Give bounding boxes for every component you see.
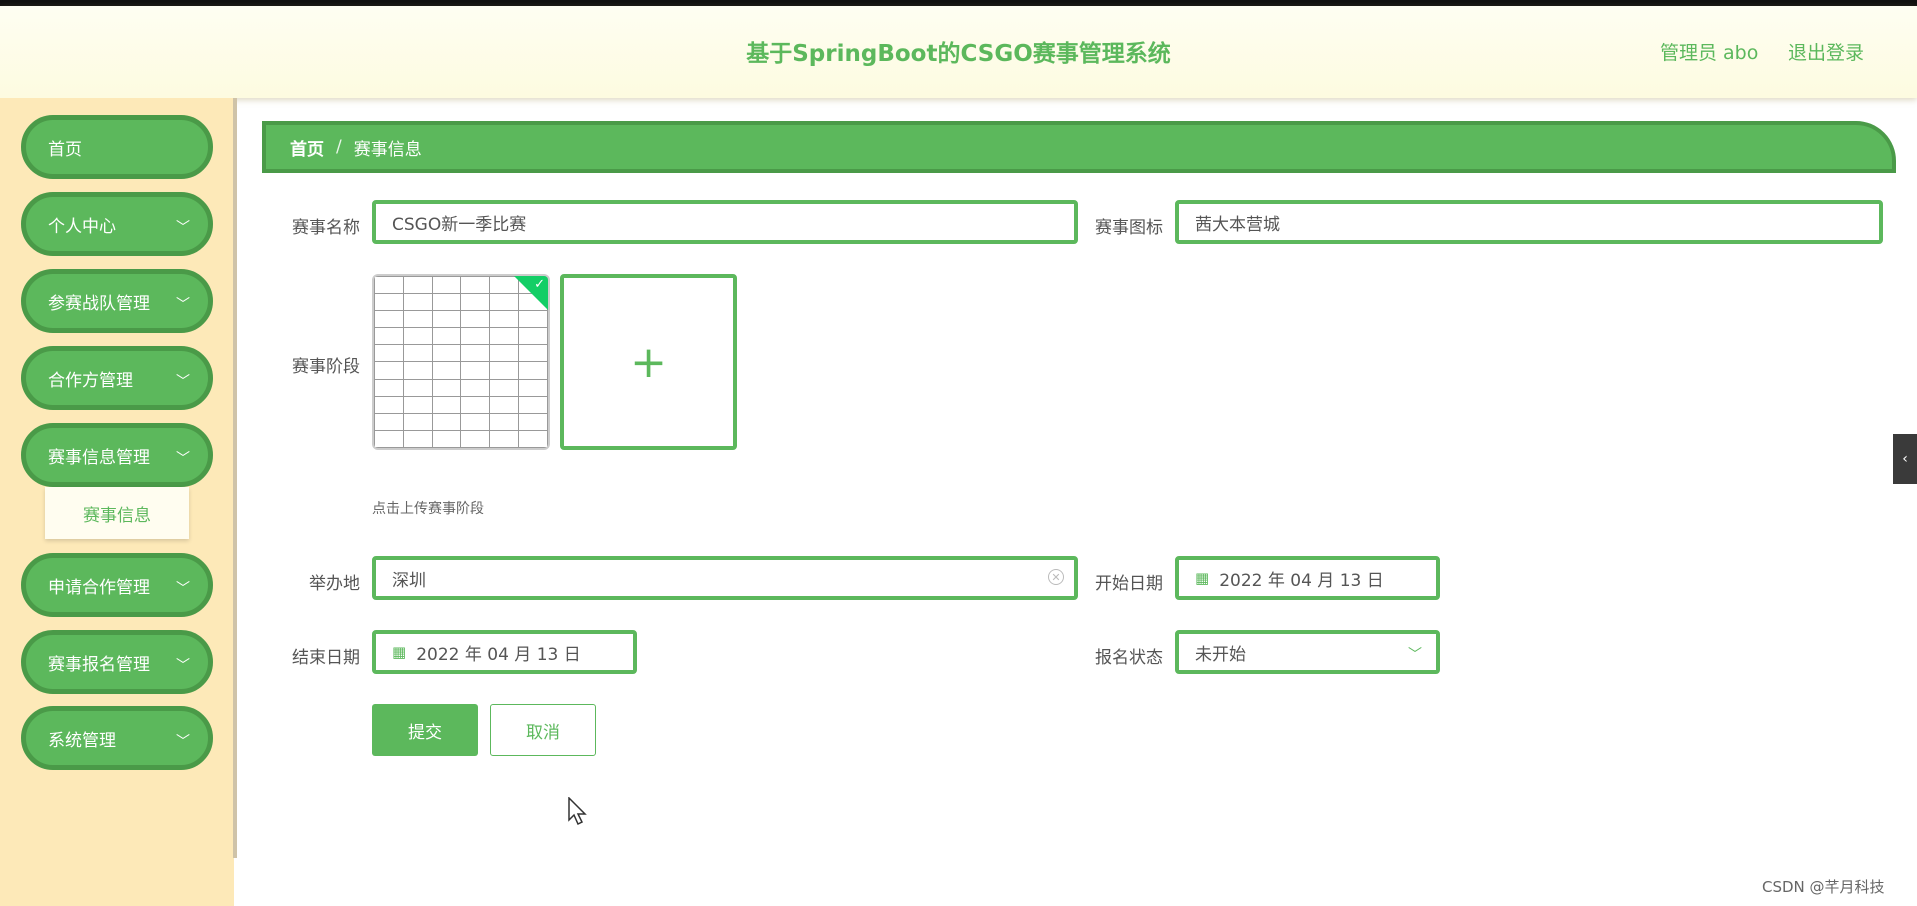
sidebar-item-teams[interactable]: 参赛战队管理 ﹀: [21, 269, 213, 333]
signup-status-label: 报名状态: [1095, 648, 1163, 668]
sidebar-item-registration[interactable]: 赛事报名管理 ﹀: [21, 630, 213, 694]
clear-icon[interactable]: ✕: [1048, 569, 1064, 585]
check-icon: ✓: [534, 277, 545, 292]
stage-image-thumbnail[interactable]: ✓: [372, 274, 550, 450]
sidebar-item-label: 申请合作管理: [48, 577, 150, 598]
watermark: CSDN @芊月科技: [1762, 878, 1885, 896]
chevron-down-icon: ﹀: [176, 734, 190, 750]
submit-button[interactable]: 提交: [372, 704, 478, 756]
chevron-down-icon: ﹀: [176, 451, 190, 467]
sidebar-scrollbar[interactable]: [233, 98, 237, 858]
page-title: 基于SpringBoot的CSGO赛事管理系统: [746, 41, 1171, 67]
event-name-label: 赛事名称: [292, 218, 360, 238]
start-date-value: 2022 年 04 月 13 日: [1219, 570, 1384, 591]
venue-value: 深圳: [392, 570, 426, 591]
venue-label: 举办地: [309, 574, 360, 594]
end-date-value: 2022 年 04 月 13 日: [416, 644, 581, 665]
start-date-label: 开始日期: [1095, 574, 1163, 594]
sidebar-item-event-info[interactable]: 赛事信息管理 ﹀: [21, 423, 213, 487]
mouse-cursor-icon: [568, 797, 587, 826]
event-name-input[interactable]: CSGO新一季比赛: [372, 200, 1078, 244]
calendar-icon: ▦: [1195, 569, 1210, 587]
header: 基于SpringBoot的CSGO赛事管理系统 管理员 abo 退出登录: [0, 6, 1917, 98]
event-icon-label: 赛事图标: [1095, 218, 1163, 238]
event-name-value: CSGO新一季比赛: [392, 214, 527, 235]
signup-status-select[interactable]: 未开始 ﹀: [1175, 630, 1440, 674]
sidebar-item-system[interactable]: 系统管理 ﹀: [21, 706, 213, 770]
sidebar-item-label: 参赛战队管理: [48, 293, 150, 314]
sidebar-item-label: 个人中心: [48, 216, 116, 237]
sidebar: 首页 个人中心 ﹀ 参赛战队管理 ﹀ 合作方管理 ﹀ 赛事信息管理 ﹀ 赛事信息…: [0, 98, 237, 906]
chevron-left-icon: ‹: [1902, 451, 1908, 467]
collapse-toggle[interactable]: ‹: [1893, 434, 1917, 484]
chevron-down-icon: ﹀: [176, 658, 190, 674]
admin-user: 管理员 abo: [1660, 42, 1759, 64]
end-date-label: 结束日期: [292, 648, 360, 668]
sidebar-item-cooperation[interactable]: 申请合作管理 ﹀: [21, 553, 213, 617]
cancel-button[interactable]: 取消: [490, 704, 596, 756]
plus-icon: +: [630, 336, 667, 388]
event-icon-input[interactable]: 茜大本营城: [1175, 200, 1883, 244]
sidebar-item-label: 系统管理: [48, 730, 116, 751]
logout-link[interactable]: 退出登录: [1788, 38, 1864, 65]
sidebar-item-home[interactable]: 首页: [21, 115, 213, 179]
breadcrumb-home[interactable]: 首页: [290, 135, 324, 160]
sidebar-item-personal-center[interactable]: 个人中心 ﹀: [21, 192, 213, 256]
event-icon-value: 茜大本营城: [1195, 214, 1280, 235]
upload-button[interactable]: +: [560, 274, 737, 450]
signup-status-value: 未开始: [1195, 644, 1246, 665]
chevron-down-icon: ﹀: [176, 297, 190, 313]
stage-label: 赛事阶段: [292, 357, 360, 377]
sidebar-item-partners[interactable]: 合作方管理 ﹀: [21, 346, 213, 410]
breadcrumb-separator: /: [336, 137, 342, 157]
chevron-down-icon: ﹀: [176, 374, 190, 390]
sidebar-item-label: 合作方管理: [48, 370, 133, 391]
chevron-down-icon: ﹀: [176, 220, 190, 236]
sidebar-item-label: 首页: [48, 139, 82, 160]
start-date-picker[interactable]: ▦ 2022 年 04 月 13 日: [1175, 556, 1440, 600]
chevron-down-icon: ﹀: [1408, 647, 1422, 663]
upload-hint: 点击上传赛事阶段: [372, 501, 484, 517]
end-date-picker[interactable]: ▦ 2022 年 04 月 13 日: [372, 630, 637, 674]
sidebar-subitem-event-info[interactable]: 赛事信息: [45, 487, 189, 539]
sidebar-item-label: 赛事信息管理: [48, 447, 150, 468]
sidebar-item-label: 赛事报名管理: [48, 654, 150, 675]
calendar-icon: ▦: [392, 643, 407, 661]
venue-input[interactable]: 深圳 ✕: [372, 556, 1078, 600]
sidebar-subitem-label: 赛事信息: [83, 505, 151, 526]
chevron-down-icon: ﹀: [176, 581, 190, 597]
breadcrumb-current: 赛事信息: [353, 139, 422, 160]
breadcrumb: 首页 / 赛事信息: [262, 121, 1896, 173]
